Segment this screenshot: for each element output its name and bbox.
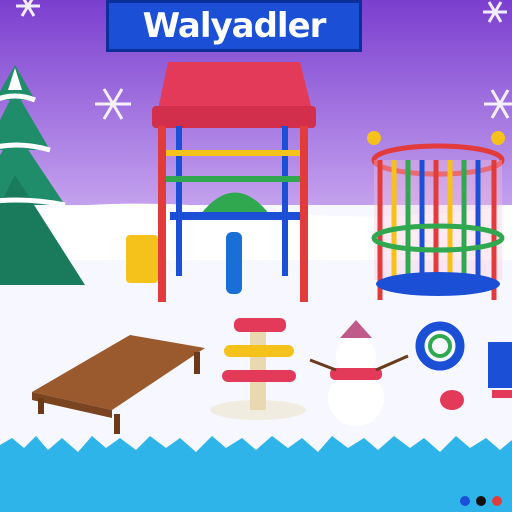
yellow-bucket xyxy=(126,235,158,283)
pagination-dots xyxy=(460,496,502,506)
winter-playground-scene xyxy=(0,0,512,512)
pagination-dot[interactable] xyxy=(492,496,502,506)
title-banner: Walyadler xyxy=(106,0,362,52)
pagination-dot[interactable] xyxy=(476,496,486,506)
banner-title: Walyadler xyxy=(142,6,327,46)
pagination-dot[interactable] xyxy=(460,496,470,506)
